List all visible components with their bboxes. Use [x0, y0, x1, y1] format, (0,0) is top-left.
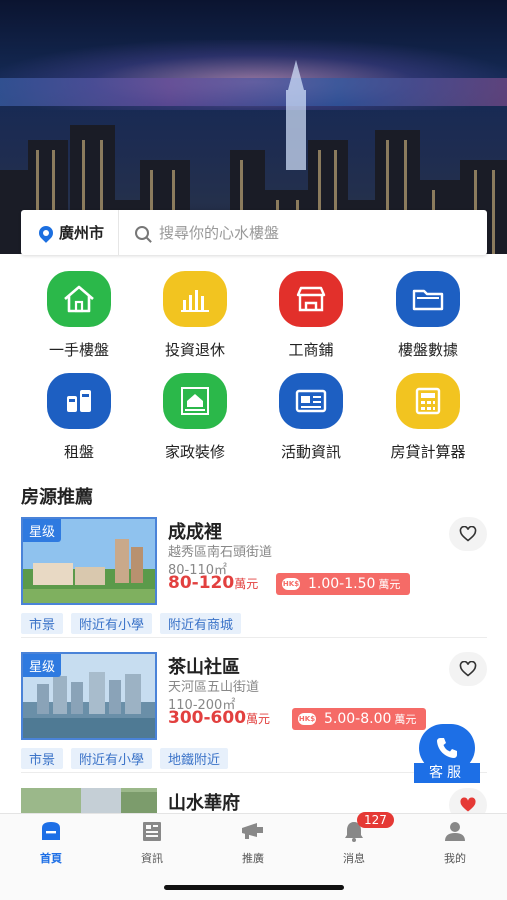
- listing-tag: 地鐵附近: [160, 748, 229, 769]
- heart-filled-icon: [460, 797, 476, 812]
- hkd-coin-icon: HK$: [282, 578, 300, 590]
- category-label: 投資退休: [164, 341, 225, 359]
- search-input[interactable]: [159, 223, 460, 242]
- listing-tag: 附近有小學: [71, 748, 153, 769]
- listing-address: 越秀區南石頭街道: [168, 545, 273, 560]
- folder-icon: [396, 271, 460, 327]
- news-tab-icon: [139, 820, 165, 842]
- tab-profile[interactable]: 我的: [415, 820, 495, 866]
- listing-thumbnail[interactable]: 星级: [21, 517, 157, 605]
- listing-address: 天河區五山街道: [168, 680, 260, 695]
- section-title-recommended: 房源推薦: [21, 487, 93, 508]
- listing-price: 300-600萬元: [168, 708, 270, 728]
- listing-tag: 市景: [21, 613, 64, 634]
- news-icon: [279, 373, 343, 429]
- tab-label: 我的: [444, 852, 466, 865]
- listing-tag: 市景: [21, 748, 64, 769]
- tab-label: 推廣: [242, 852, 264, 865]
- heart-outline-icon: [459, 526, 477, 542]
- category-housekeeping[interactable]: 家政裝修: [145, 373, 245, 462]
- hk-price-value: 5.00-8.00: [324, 711, 392, 727]
- listing-card[interactable]: 星级 成成裡 越秀區南石頭街道 80-110㎡ 80-120萬元 HK$ 1.0…: [21, 517, 487, 639]
- rental-icon: [47, 373, 111, 429]
- search-field[interactable]: [119, 223, 487, 242]
- listing-thumbnail[interactable]: [21, 788, 157, 814]
- housekeeping-icon: [163, 373, 227, 429]
- favorite-button[interactable]: [449, 788, 487, 814]
- hk-price-value: 1.00-1.50: [308, 576, 376, 592]
- category-label: 活動資訊: [280, 443, 341, 461]
- listing-card[interactable]: 山水華府: [21, 788, 487, 814]
- listing-hk-price: HK$ 1.00-1.50 萬元: [276, 573, 411, 595]
- listing-tag: 附近有小學: [71, 613, 153, 634]
- category-investment[interactable]: 投資退休: [145, 271, 245, 360]
- calculator-icon: [396, 373, 460, 429]
- star-badge: 星级: [23, 654, 62, 677]
- listing-price: 80-120萬元: [168, 573, 258, 593]
- tab-label: 消息: [343, 852, 365, 865]
- category-label: 工商鋪: [288, 341, 334, 359]
- location-pin-icon: [36, 222, 56, 243]
- bell-icon: 127: [341, 812, 394, 842]
- tab-home[interactable]: 首頁: [11, 820, 91, 866]
- heart-outline-icon: [459, 661, 477, 677]
- price-unit: 萬元: [234, 577, 259, 591]
- customer-service-button[interactable]: 客服: [414, 724, 480, 784]
- category-events[interactable]: 活動資訊: [261, 373, 361, 462]
- category-label: 家政裝修: [164, 443, 225, 461]
- tab-label: 資訊: [141, 852, 163, 865]
- home-icon: [38, 820, 64, 842]
- category-label: 一手樓盤: [48, 341, 109, 359]
- hkd-coin-icon: HK$: [298, 713, 316, 725]
- price-value: 80-120: [168, 573, 235, 593]
- hk-price-unit: 萬元: [378, 578, 401, 591]
- listing-thumbnail[interactable]: 星级: [21, 652, 157, 740]
- listing-name: 山水華府: [168, 793, 240, 814]
- category-commercial[interactable]: 工商鋪: [261, 271, 361, 360]
- listing-hk-price: HK$ 5.00-8.00 萬元: [292, 708, 427, 730]
- tab-messages[interactable]: 127 消息: [314, 812, 394, 866]
- category-mortgage-calculator[interactable]: 房貸計算器: [378, 373, 478, 462]
- home-indicator: [164, 885, 344, 890]
- bar-chart-icon: [163, 271, 227, 327]
- storefront-icon: [279, 271, 343, 327]
- price-value: 300-600: [168, 708, 247, 728]
- search-bar: 廣州市: [21, 210, 487, 255]
- promote-icon: [240, 820, 266, 842]
- category-rental[interactable]: 租盤: [29, 373, 129, 462]
- price-unit: 萬元: [246, 712, 271, 726]
- category-label: 租盤: [63, 443, 94, 461]
- star-badge: 星级: [23, 519, 62, 542]
- category-label: 房貸計算器: [390, 443, 466, 461]
- message-count-badge: 127: [357, 812, 394, 828]
- listing-tags: 市景 附近有小學 地鐵附近: [21, 748, 229, 769]
- tab-promote[interactable]: 推廣: [213, 820, 293, 866]
- profile-icon: [442, 820, 468, 842]
- favorite-button[interactable]: [449, 517, 487, 551]
- customer-service-label: 客服: [414, 763, 480, 783]
- listing-tag: 附近有商城: [160, 613, 242, 634]
- tab-label: 首頁: [40, 852, 62, 865]
- house-icon: [47, 271, 111, 327]
- city-label: 廣州市: [59, 224, 105, 242]
- favorite-button[interactable]: [449, 652, 487, 686]
- listing-tags: 市景 附近有小學 附近有商城: [21, 613, 242, 634]
- category-new-property[interactable]: 一手樓盤: [29, 271, 129, 360]
- category-label: 樓盤數據: [397, 341, 458, 359]
- city-selector[interactable]: 廣州市: [21, 210, 120, 255]
- search-icon: [135, 225, 150, 240]
- category-property-data[interactable]: 樓盤數據: [378, 271, 478, 360]
- divider: [21, 637, 487, 638]
- listing-photo: [21, 788, 157, 814]
- tab-news[interactable]: 資訊: [112, 820, 192, 866]
